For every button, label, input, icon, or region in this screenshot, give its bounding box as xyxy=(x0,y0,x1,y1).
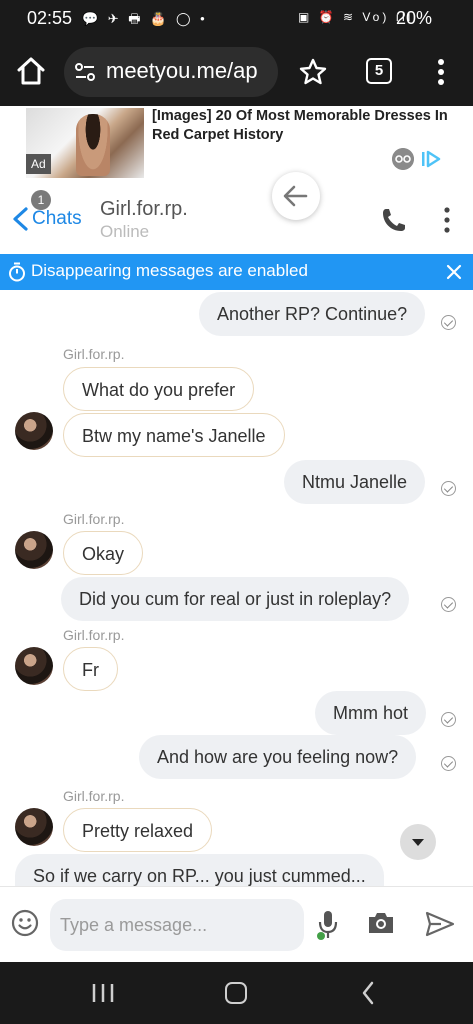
floating-back-button[interactable] xyxy=(272,172,320,220)
ad-title[interactable]: [Images] 20 Of Most Memorable Dresses In… xyxy=(152,107,452,145)
browser-toolbar: meetyou.me/ap 5 xyxy=(0,38,473,106)
sender-name: Girl.for.rp. xyxy=(63,511,125,527)
message-bubble[interactable]: So if we carry on RP... you just cummed.… xyxy=(15,854,384,886)
unread-badge: 1 xyxy=(31,190,51,210)
status-bar: 02:55 💬 ✈ 🖶 🎂 ◯ • ▣ ⏰ ≋ Vo) ıll 20% xyxy=(0,0,473,38)
avatar[interactable] xyxy=(15,412,53,450)
read-receipt-icon xyxy=(441,712,456,727)
more-options-icon[interactable] xyxy=(440,206,454,234)
phone-icon[interactable] xyxy=(380,206,408,234)
composer-bar xyxy=(0,886,473,962)
arrow-left-icon xyxy=(283,185,308,207)
send-icon[interactable] xyxy=(425,911,455,937)
message-bubble[interactable]: Did you cum for real or just in roleplay… xyxy=(61,577,410,621)
banner-text: Disappearing messages are enabled xyxy=(31,261,308,280)
sender-name: Girl.for.rp. xyxy=(63,627,125,643)
sender-name: Girl.for.rp. xyxy=(63,788,125,804)
chevron-down-icon xyxy=(412,839,424,846)
scroll-to-bottom-button[interactable] xyxy=(400,824,436,860)
system-back-icon[interactable] xyxy=(361,981,375,1005)
adchoices-icon[interactable] xyxy=(420,150,442,168)
ad-label: Ad xyxy=(26,154,51,174)
timer-icon xyxy=(9,262,25,282)
message-bubble[interactable]: Ntmu Janelle xyxy=(284,460,426,504)
message-bubble[interactable]: Mmm hot xyxy=(315,691,427,735)
peer-name[interactable]: Girl.for.rp. xyxy=(100,198,188,221)
message-bubble[interactable]: What do you prefer xyxy=(63,367,255,411)
message-bubble[interactable]: Fr xyxy=(63,647,118,691)
status-time: 02:55 xyxy=(27,8,73,28)
ad-banner[interactable]: Ad [Images] 20 Of Most Memorable Dresses… xyxy=(0,106,473,184)
chat-header: 1 Chats Girl.for.rp. Online xyxy=(0,172,473,254)
message-bubble[interactable]: Okay xyxy=(63,531,144,575)
read-receipt-icon xyxy=(441,481,456,496)
notification-icons: 💬 ✈ 🖶 🎂 ◯ • xyxy=(82,11,208,26)
sender-name: Girl.for.rp. xyxy=(63,346,125,362)
read-receipt-icon xyxy=(441,756,456,771)
read-receipt-icon xyxy=(441,315,456,330)
url-text: meetyou.me/ap xyxy=(106,58,258,83)
message-bubble[interactable]: Pretty relaxed xyxy=(63,808,213,852)
avatar[interactable] xyxy=(15,647,53,685)
avatar[interactable] xyxy=(15,808,53,846)
close-icon[interactable] xyxy=(446,264,462,280)
message-bubble[interactable]: Btw my name's Janelle xyxy=(63,413,285,457)
system-nav-bar xyxy=(0,962,473,1024)
chevron-left-icon[interactable] xyxy=(10,206,30,232)
avatar[interactable] xyxy=(15,531,53,569)
microphone-icon[interactable] xyxy=(316,909,340,941)
peer-status: Online xyxy=(100,222,150,241)
screen: 02:55 💬 ✈ 🖶 🎂 ◯ • ▣ ⏰ ≋ Vo) ıll 20% meet… xyxy=(0,0,473,1024)
back-to-chats-link[interactable]: Chats xyxy=(32,208,82,230)
battery-level: 20% xyxy=(396,8,433,28)
site-settings-icon[interactable] xyxy=(74,61,96,83)
browser-menu-icon[interactable] xyxy=(432,58,450,86)
message-bubble[interactable]: And how are you feeling now? xyxy=(139,735,417,779)
message-input[interactable] xyxy=(50,899,304,951)
camera-icon[interactable] xyxy=(367,911,395,935)
tab-switcher-button[interactable]: 5 xyxy=(366,58,392,84)
address-bar[interactable]: meetyou.me/ap xyxy=(64,47,278,97)
system-home-button[interactable] xyxy=(225,982,247,1004)
recent-apps-icon[interactable] xyxy=(91,982,115,1004)
ad-brand-icon xyxy=(392,148,414,170)
disappearing-messages-banner: Disappearing messages are enabled xyxy=(0,254,473,290)
home-icon[interactable] xyxy=(14,54,48,88)
read-receipt-icon xyxy=(441,597,456,612)
message-bubble[interactable]: Another RP? Continue? xyxy=(199,292,426,336)
bookmark-star-icon[interactable] xyxy=(298,57,328,87)
message-list[interactable]: Another RP? Continue? Girl.for.rp. What … xyxy=(0,290,473,886)
emoji-icon[interactable] xyxy=(11,909,39,937)
